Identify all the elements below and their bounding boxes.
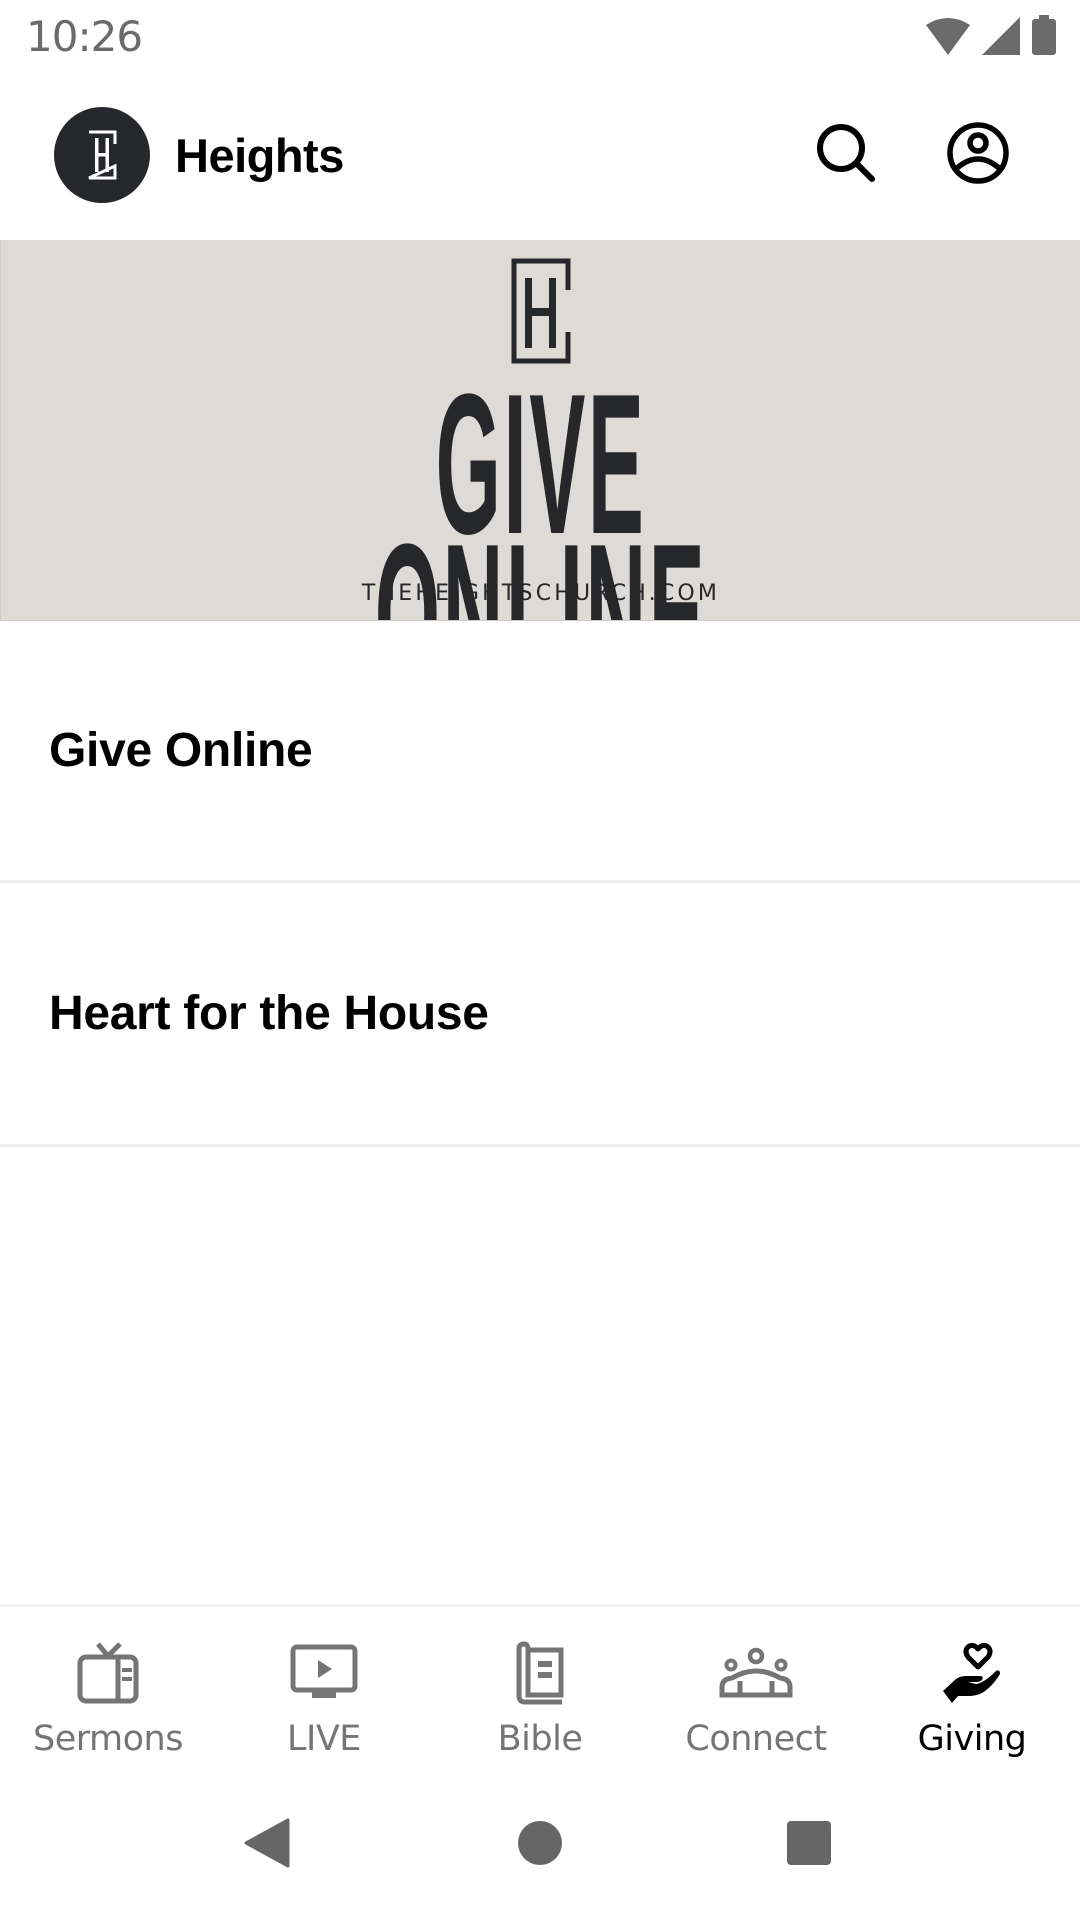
tv-icon	[68, 1641, 148, 1705]
tab-bible[interactable]: Bible	[432, 1607, 648, 1782]
cell-signal-icon	[982, 17, 1020, 55]
search-icon	[814, 121, 878, 190]
bottom-nav: Sermons LIVE Bible Connect Giving	[0, 1604, 1080, 1782]
giving-hand-heart-icon	[932, 1641, 1012, 1705]
back-triangle-icon	[244, 1818, 290, 1873]
list-item-heart-for-the-house[interactable]: Heart for the House	[0, 883, 1080, 1147]
app-bar: Heights	[0, 74, 1080, 240]
tab-giving[interactable]: Giving	[864, 1607, 1080, 1782]
account-button[interactable]	[938, 115, 1018, 195]
list-item-give-online[interactable]: Give Online	[0, 621, 1080, 883]
book-icon	[500, 1641, 580, 1705]
screen: 10:26 Heights GIVE ONLINE THEHEIGHTSCHUR…	[0, 0, 1080, 1920]
status-bar: 10:26	[0, 0, 1080, 74]
tab-live[interactable]: LIVE	[216, 1607, 432, 1782]
system-nav-bar	[0, 1782, 1080, 1920]
app-title: Heights	[175, 129, 344, 182]
tab-label: Bible	[497, 1719, 583, 1759]
tab-connect[interactable]: Connect	[648, 1607, 864, 1782]
battery-icon	[1032, 15, 1056, 55]
banner-headline: GIVE ONLINE	[374, 353, 708, 621]
account-circle-icon	[946, 121, 1010, 190]
recents-square-icon	[786, 1820, 832, 1871]
status-time: 10:26	[26, 12, 143, 61]
system-back-button[interactable]	[227, 1812, 307, 1878]
system-home-button[interactable]	[500, 1812, 580, 1878]
give-online-banner[interactable]: GIVE ONLINE THEHEIGHTSCHURCH.COM	[0, 240, 1080, 621]
tab-label: Connect	[685, 1719, 827, 1759]
tab-label: Giving	[917, 1719, 1027, 1759]
status-icons	[926, 15, 1056, 55]
tab-sermons[interactable]: Sermons	[0, 1607, 216, 1782]
system-recents-button[interactable]	[769, 1812, 849, 1878]
list-item-label: Heart for the House	[49, 987, 489, 1040]
wifi-icon	[926, 17, 970, 55]
groups-icon	[716, 1641, 796, 1705]
list-item-label: Give Online	[49, 724, 313, 777]
tab-label: Sermons	[33, 1719, 183, 1759]
live-play-icon	[284, 1641, 364, 1705]
home-circle-icon	[517, 1820, 563, 1871]
banner-url: THEHEIGHTSCHURCH.COM	[361, 581, 721, 606]
tab-label: LIVE	[287, 1719, 361, 1759]
heights-logo-icon[interactable]	[54, 107, 150, 203]
search-button[interactable]	[806, 115, 886, 195]
